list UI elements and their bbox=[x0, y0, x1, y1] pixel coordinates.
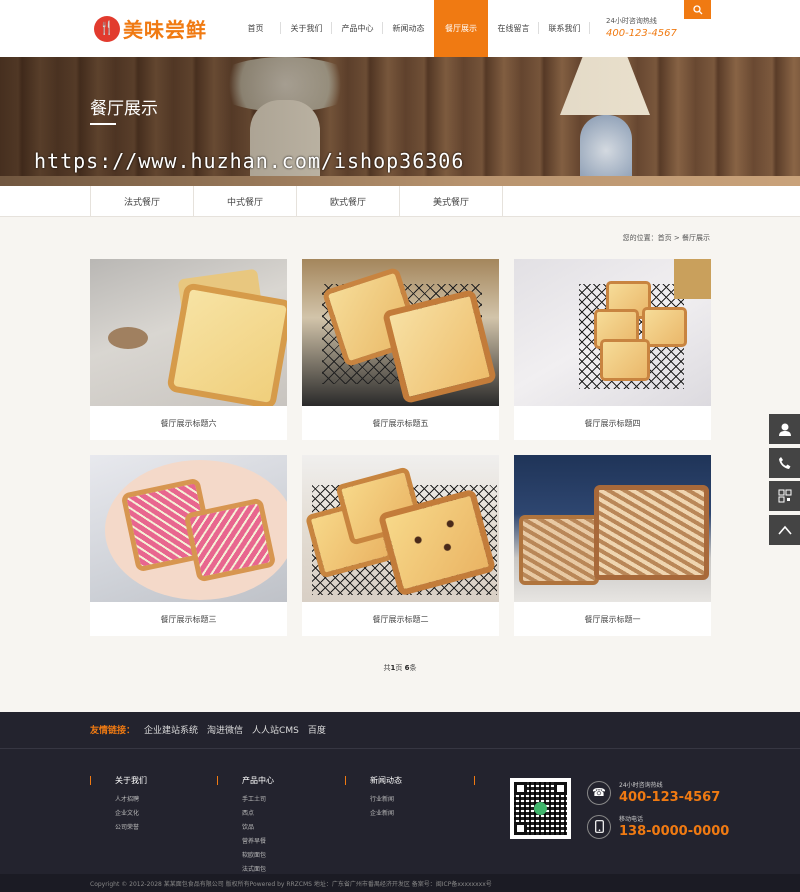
friend-link[interactable]: 百度 bbox=[308, 723, 326, 736]
pagination-prefix: 共 bbox=[383, 664, 391, 672]
nav-item-about[interactable]: 关于我们 bbox=[281, 0, 332, 57]
qrcode-icon bbox=[778, 489, 791, 503]
footer-column-divider bbox=[474, 776, 475, 785]
contact-label: 移动电话 bbox=[619, 816, 644, 823]
gallery-card[interactable]: 餐厅展示标题四 bbox=[514, 259, 711, 440]
gallery-card[interactable]: 餐厅展示标题五 bbox=[302, 259, 499, 440]
qr-code bbox=[510, 778, 571, 839]
footer-link[interactable]: 公司荣誉 bbox=[115, 821, 147, 835]
wechat-icon bbox=[534, 802, 547, 815]
tab-american[interactable]: 美式餐厅 bbox=[400, 186, 503, 217]
footer-link[interactable]: 行业新闻 bbox=[370, 793, 402, 807]
footer-link[interactable]: 饮品 bbox=[242, 821, 274, 835]
gallery-card[interactable]: 餐厅展示标题二 bbox=[302, 455, 499, 636]
logo-icon: 🍴 bbox=[94, 15, 120, 42]
site-footer: 友情链接： 企业建站系统 淘进微信 人人站CMS 百度 关于我们 人才招聘 企业… bbox=[0, 712, 800, 892]
gallery-card[interactable]: 餐厅展示标题一 bbox=[514, 455, 711, 636]
footer-column-about: 关于我们 人才招聘 企业文化 公司荣誉 bbox=[90, 775, 147, 835]
footer-link[interactable]: 企业新闻 bbox=[370, 807, 402, 821]
card-title[interactable]: 餐厅展示标题一 bbox=[514, 602, 711, 636]
side-qrcode-button[interactable] bbox=[769, 481, 800, 511]
friend-links: 友情链接： 企业建站系统 淘进微信 人人站CMS 百度 bbox=[90, 723, 326, 736]
footer-column-title[interactable]: 关于我们 bbox=[115, 775, 147, 786]
hotline-number: 400-123-4567 bbox=[606, 28, 677, 39]
header-hotline: 24小时咨询热线 400-123-4567 bbox=[606, 16, 677, 39]
main-nav: 首页 关于我们 产品中心 新闻动态 餐厅展示 在线留言 联系我们 bbox=[230, 0, 590, 57]
card-image[interactable] bbox=[302, 455, 499, 602]
breadcrumb: 您的位置：首页 > 餐厅展示 bbox=[623, 233, 710, 243]
nav-item-contact[interactable]: 联系我们 bbox=[539, 0, 590, 57]
card-title[interactable]: 餐厅展示标题二 bbox=[302, 602, 499, 636]
page-title: 餐厅展示 bbox=[90, 99, 158, 119]
logo[interactable]: 🍴 美味尝鲜 bbox=[94, 14, 207, 43]
footer-column-title[interactable]: 产品中心 bbox=[242, 775, 274, 786]
search-button[interactable] bbox=[684, 0, 711, 19]
side-service-button[interactable] bbox=[769, 414, 800, 444]
nav-item-products[interactable]: 产品中心 bbox=[332, 0, 383, 57]
category-tabs: 法式餐厅 中式餐厅 欧式餐厅 美式餐厅 bbox=[0, 186, 800, 217]
card-title[interactable]: 餐厅展示标题三 bbox=[90, 602, 287, 636]
footer-link[interactable]: 软欧面包 bbox=[242, 849, 274, 863]
nav-item-home[interactable]: 首页 bbox=[230, 0, 281, 57]
side-phone-button[interactable] bbox=[769, 448, 800, 478]
card-title[interactable]: 餐厅展示标题五 bbox=[302, 406, 499, 440]
phone-icon bbox=[778, 457, 790, 469]
card-image[interactable] bbox=[302, 259, 499, 406]
card-image[interactable] bbox=[90, 259, 287, 406]
footer-divider bbox=[0, 748, 800, 749]
contact-mobile: 移动电话 138-0000-0000 bbox=[587, 814, 729, 839]
watermark-text: https://www.huzhan.com/ishop36306 bbox=[34, 149, 465, 173]
friend-link[interactable]: 企业建站系统 bbox=[144, 723, 198, 736]
footer-link[interactable]: 营养早餐 bbox=[242, 835, 274, 849]
footer-link[interactable]: 人才招聘 bbox=[115, 793, 147, 807]
friend-link[interactable]: 淘进微信 bbox=[207, 723, 243, 736]
nav-item-restaurant[interactable]: 餐厅展示 bbox=[434, 0, 488, 57]
footer-link[interactable]: 手工土司 bbox=[242, 793, 274, 807]
breadcrumb-current[interactable]: 餐厅展示 bbox=[682, 234, 710, 242]
footer-column-products: 产品中心 手工土司 西点 饮品 营养早餐 软欧面包 法式面包 bbox=[217, 775, 274, 877]
card-title[interactable]: 餐厅展示标题六 bbox=[90, 406, 287, 440]
card-image[interactable] bbox=[90, 455, 287, 602]
gallery-card[interactable]: 餐厅展示标题六 bbox=[90, 259, 287, 440]
footer-column-title[interactable]: 新闻动态 bbox=[370, 775, 402, 786]
back-to-top-icon bbox=[777, 525, 792, 535]
contact-hotline: ☎ 24小时咨询热线 400-123-4567 bbox=[587, 780, 720, 805]
title-underline bbox=[90, 123, 116, 125]
breadcrumb-home[interactable]: 首页 bbox=[658, 234, 672, 242]
contact-number: 400-123-4567 bbox=[619, 790, 721, 805]
card-image[interactable] bbox=[514, 259, 711, 406]
pagination: 共1页 6条 bbox=[0, 663, 800, 673]
mobile-icon bbox=[587, 814, 611, 839]
service-icon bbox=[778, 423, 791, 436]
contact-number: 138-0000-0000 bbox=[619, 824, 730, 839]
tab-chinese[interactable]: 中式餐厅 bbox=[194, 186, 297, 217]
nav-item-news[interactable]: 新闻动态 bbox=[383, 0, 434, 57]
telephone-icon: ☎ bbox=[587, 780, 611, 805]
breadcrumb-prefix: 您的位置： bbox=[622, 234, 658, 242]
card-image[interactable] bbox=[514, 455, 711, 602]
search-icon bbox=[692, 4, 702, 14]
friend-link[interactable]: 人人站CMS bbox=[252, 723, 299, 736]
footer-link[interactable]: 西点 bbox=[242, 807, 274, 821]
tab-french[interactable]: 法式餐厅 bbox=[91, 186, 194, 217]
card-title[interactable]: 餐厅展示标题四 bbox=[514, 406, 711, 440]
footer-column-news: 新闻动态 行业新闻 企业新闻 bbox=[345, 775, 402, 821]
pagination-mid: 页 bbox=[395, 664, 405, 672]
contact-label: 24小时咨询热线 bbox=[619, 782, 663, 789]
copyright: Copyright © 2012-2028 某某面包食品有限公司 版权所有Pow… bbox=[0, 874, 800, 892]
page-banner: 餐厅展示 https://www.huzhan.com/ishop36306 bbox=[0, 57, 800, 186]
site-header: 🍴 美味尝鲜 首页 关于我们 产品中心 新闻动态 餐厅展示 在线留言 联系我们 … bbox=[0, 0, 800, 57]
back-to-top-button[interactable] bbox=[769, 515, 800, 545]
breadcrumb-separator: > bbox=[673, 234, 680, 242]
nav-item-message[interactable]: 在线留言 bbox=[488, 0, 539, 57]
hotline-label: 24小时咨询热线 bbox=[606, 17, 657, 25]
friend-links-title: 友情链接： bbox=[90, 726, 136, 736]
pagination-suffix: 条 bbox=[409, 664, 417, 672]
footer-link[interactable]: 企业文化 bbox=[115, 807, 147, 821]
gallery-card[interactable]: 餐厅展示标题三 bbox=[90, 455, 287, 636]
tab-european[interactable]: 欧式餐厅 bbox=[297, 186, 400, 217]
logo-text: 美味尝鲜 bbox=[123, 18, 207, 42]
